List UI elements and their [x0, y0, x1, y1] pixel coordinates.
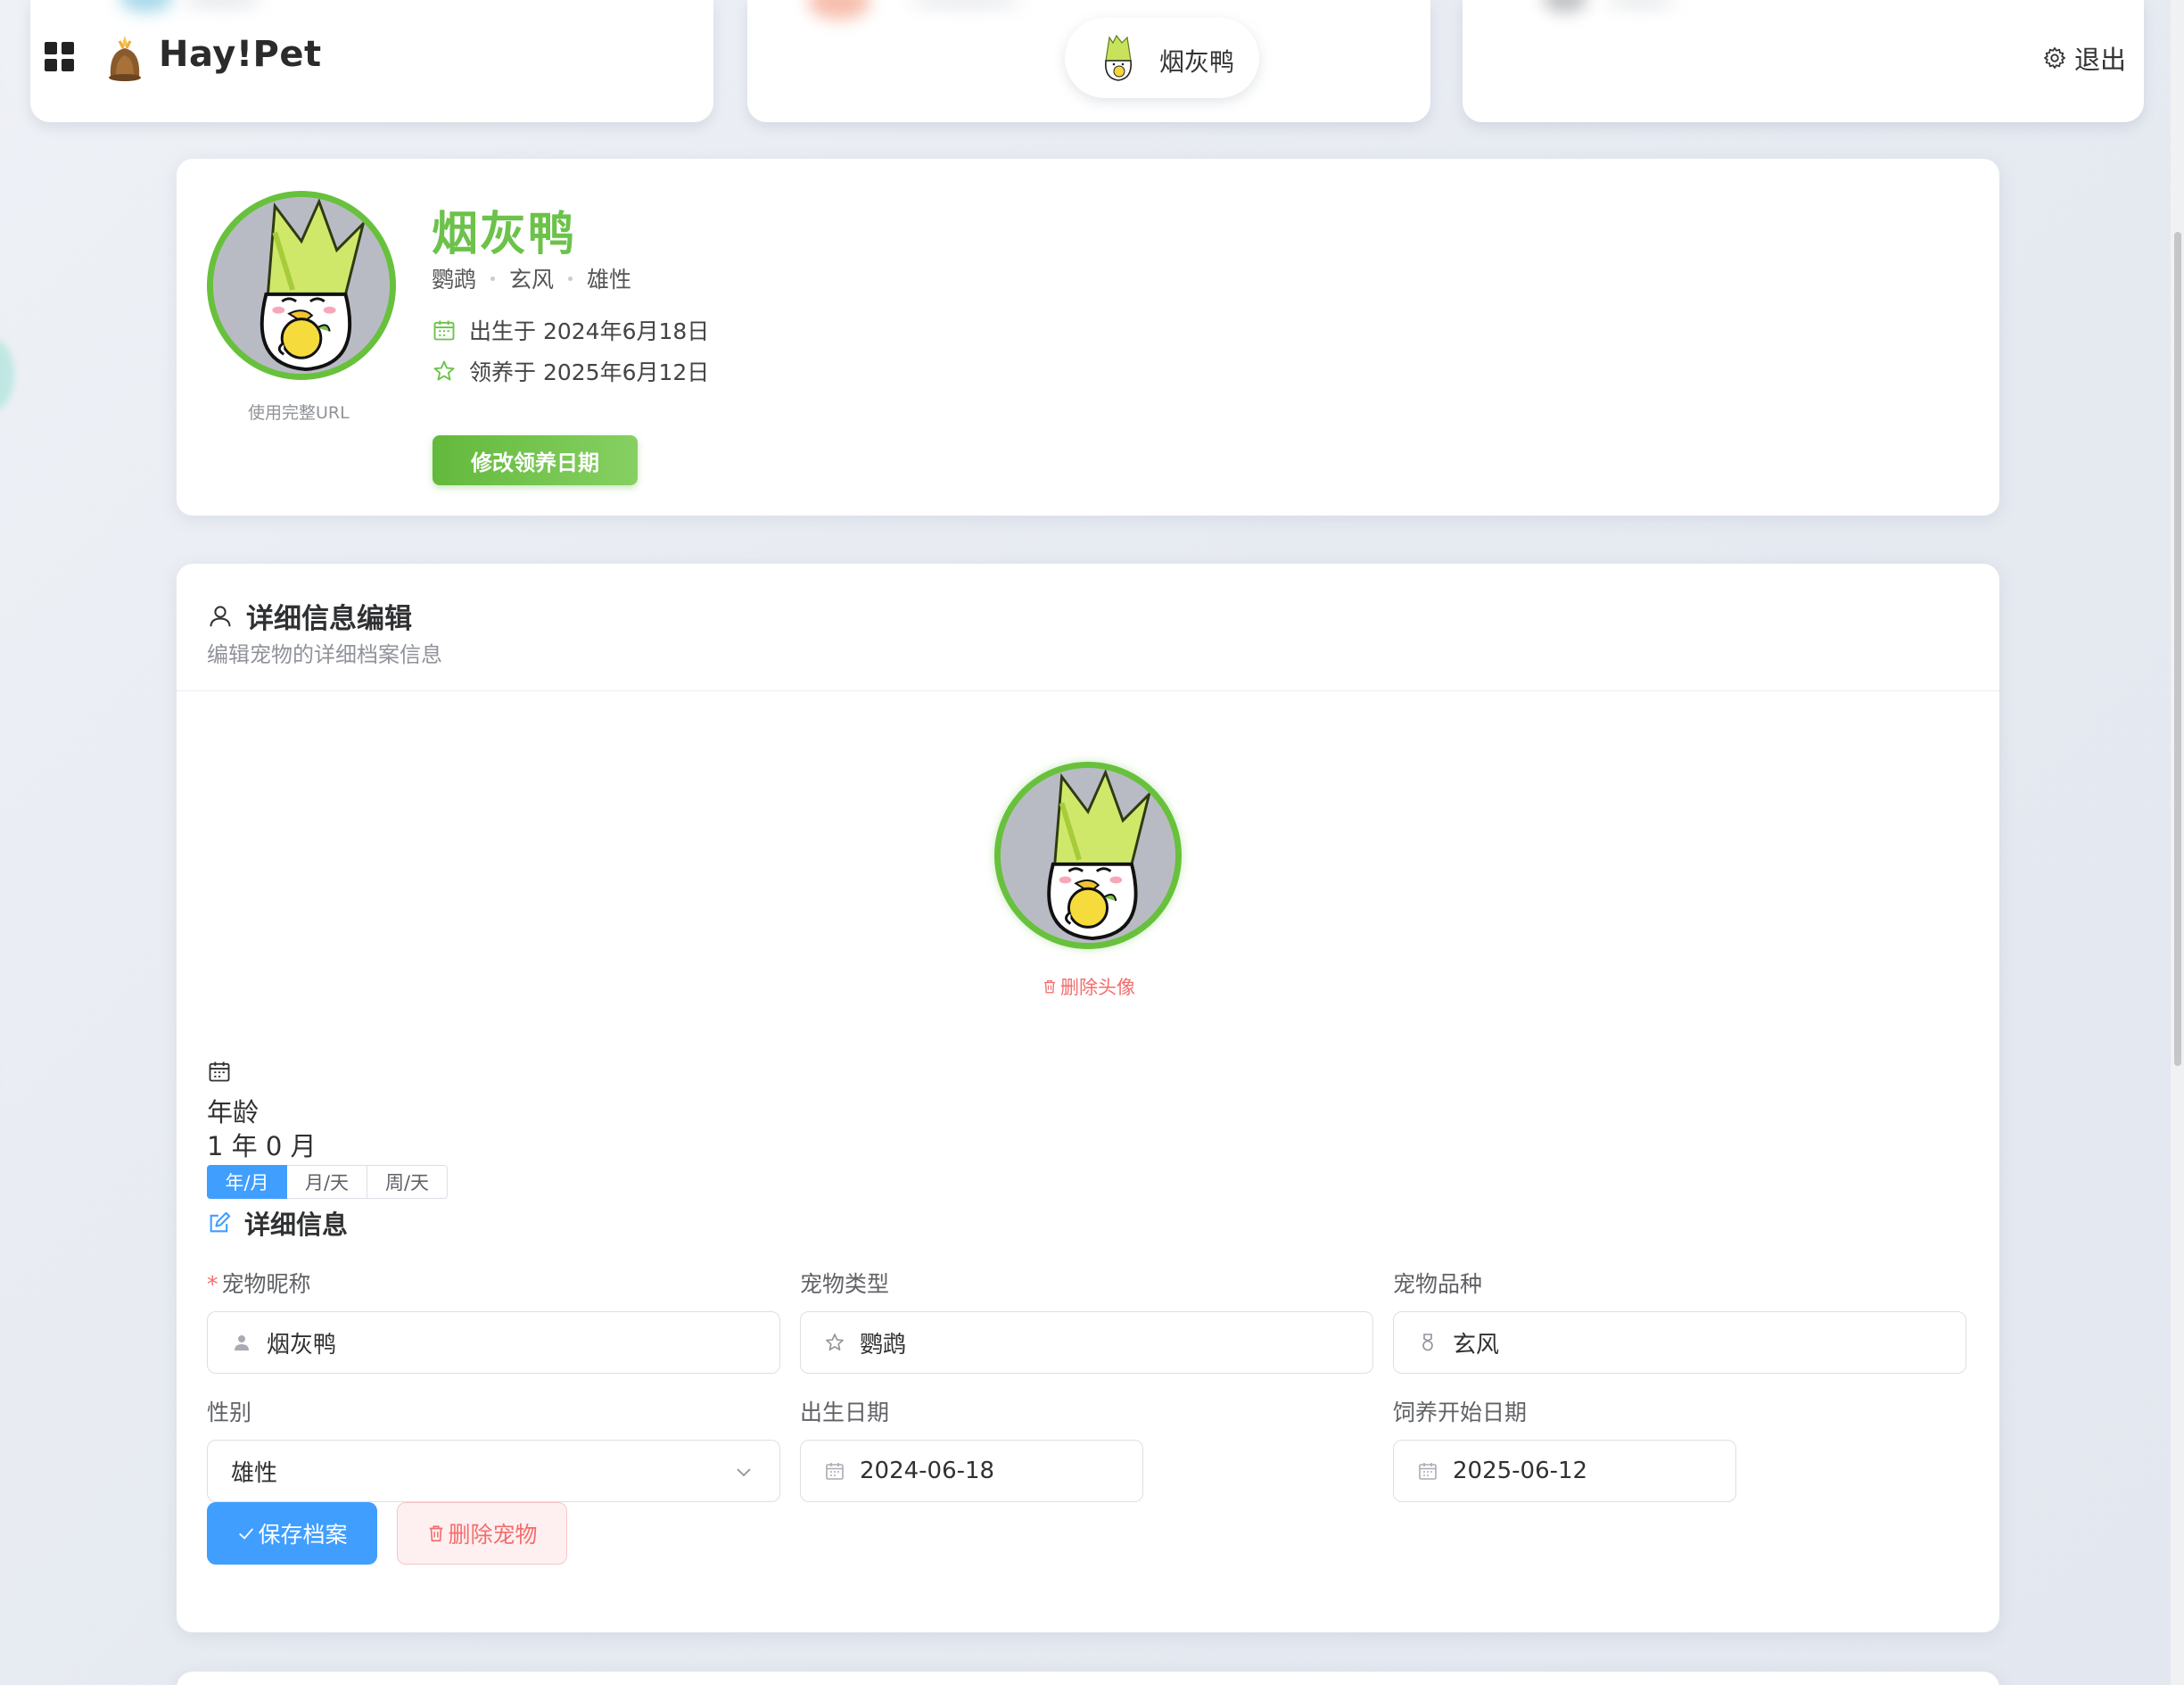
birth-date-label: 出生日期 [800, 1400, 890, 1425]
adopt-text: 领养于 2025年6月12日 [469, 359, 710, 385]
scrollbar-thumb[interactable] [2174, 232, 2181, 1066]
save-profile-button[interactable]: 保存档案 [207, 1502, 377, 1565]
pet-type-value: 鹦鹉 [860, 1331, 907, 1359]
pet-breed-input[interactable]: 玄风 [1393, 1311, 1966, 1374]
birth-date-value: 2024-06-18 [860, 1458, 995, 1484]
current-pet-name: 烟灰鸭 [1159, 47, 1235, 77]
delete-pet-label: 删除宠物 [448, 1522, 538, 1548]
pet-profile-card: 使用完整URL 烟灰鸭 鹦鹉 玄风 雄性 出生于 2024年6月18日 领养于 … [177, 159, 1999, 516]
breed-label: 宠物品种 [1393, 1271, 1483, 1297]
save-profile-label: 保存档案 [258, 1522, 348, 1548]
trash-icon [1044, 979, 1055, 994]
logout-label: 退出 [2074, 45, 2127, 75]
delete-pet-button[interactable]: 删除宠物 [397, 1502, 567, 1565]
gear-icon [2044, 47, 2065, 69]
top-header: Hay!Pet 烟灰鸭 退出 [0, 0, 2184, 116]
age-mode-year-month[interactable]: 年/月 [207, 1165, 287, 1199]
tag-separator [490, 276, 496, 281]
calendar-icon [1419, 1463, 1437, 1480]
birth-info: 出生于 2024年6月18日 [432, 314, 709, 346]
pet-avatar-upload[interactable] [994, 762, 1182, 949]
delete-avatar-label: 删除头像 [1060, 977, 1135, 998]
gender-value: 雄性 [231, 1459, 278, 1487]
detail-section-subtitle: 编辑宠物的详细档案信息 [207, 642, 442, 667]
divider [177, 690, 1999, 691]
delete-avatar-link[interactable]: 删除头像 [1042, 973, 1135, 1000]
edit-adopt-date-button[interactable]: 修改领养日期 [433, 435, 638, 485]
age-mode-week-day[interactable]: 周/天 [367, 1165, 448, 1199]
pet-type-tag: 鹦鹉 [432, 267, 477, 293]
brand-name[interactable]: Hay!Pet [159, 34, 322, 75]
check-icon [239, 1528, 254, 1540]
apps-grid-icon[interactable] [45, 42, 74, 71]
detail-edit-card: 详细信息编辑 编辑宠物的详细档案信息 删除头像 年龄 1 年 0 月 年/月 月… [177, 564, 1999, 1632]
feed-start-label: 饲养开始日期 [1393, 1400, 1528, 1425]
star-icon [826, 1334, 844, 1350]
decorative-blob [0, 339, 14, 410]
logout-button[interactable]: 退出 [2042, 41, 2126, 75]
age-unit-switch: 年/月 月/天 周/天 [207, 1165, 448, 1199]
pet-breed-value: 玄风 [1453, 1331, 1500, 1359]
detail-info-title: 详细信息 [244, 1210, 349, 1240]
pet-avatar[interactable] [207, 191, 396, 380]
type-label: 宠物类型 [800, 1271, 890, 1297]
gender-select[interactable]: 雄性 [207, 1440, 780, 1502]
avatar-url-hint: 使用完整URL [248, 403, 350, 423]
calendar-icon [209, 1061, 230, 1082]
detail-section-header: 详细信息编辑 [207, 596, 412, 636]
feed-start-date-picker[interactable]: 2025-06-12 [1393, 1440, 1736, 1502]
age-mode-month-day[interactable]: 月/天 [287, 1165, 367, 1199]
required-mark: * [207, 1271, 218, 1297]
pet-avatar-icon [1104, 34, 1133, 81]
user-icon [210, 605, 231, 626]
pet-avatar-image [213, 197, 390, 374]
adopt-info: 领养于 2025年6月12日 [432, 355, 709, 387]
pet-gender-tag: 雄性 [587, 267, 632, 293]
pet-type-input[interactable]: 鹦鹉 [800, 1311, 1373, 1374]
hay-logo-icon [109, 36, 141, 81]
next-section-card [177, 1672, 1999, 1685]
medal-icon [1422, 1334, 1433, 1351]
age-label: 年龄 [207, 1097, 260, 1127]
pet-tags: 鹦鹉 玄风 雄性 [432, 262, 631, 294]
pet-avatar-image [1001, 768, 1175, 943]
gender-label: 性别 [207, 1400, 252, 1425]
birth-date-picker[interactable]: 2024-06-18 [800, 1440, 1143, 1502]
chevron-down-icon [737, 1468, 751, 1477]
calendar-icon [826, 1463, 844, 1480]
star-icon [433, 360, 455, 381]
nickname-input[interactable]: 烟灰鸭 [207, 1311, 780, 1374]
trash-icon [430, 1525, 443, 1542]
detail-info-header: 详细信息 [207, 1204, 348, 1242]
nickname-label: * 宠物昵称 [207, 1267, 311, 1299]
edit-icon [210, 1211, 231, 1233]
pet-breed-tag: 玄风 [509, 267, 555, 293]
nickname-label-text: 宠物昵称 [221, 1271, 311, 1297]
user-icon [235, 1335, 249, 1350]
calendar-icon [433, 320, 455, 341]
age-value: 1 年 0 月 [207, 1131, 317, 1161]
detail-section-title: 详细信息编辑 [246, 603, 412, 635]
nickname-value: 烟灰鸭 [267, 1331, 337, 1359]
pet-name-title: 烟灰鸭 [432, 208, 577, 261]
feed-start-date-value: 2025-06-12 [1453, 1458, 1588, 1484]
birth-text: 出生于 2024年6月18日 [469, 318, 710, 344]
tag-separator [568, 276, 573, 281]
current-pet-switcher[interactable]: 烟灰鸭 [1065, 18, 1259, 98]
